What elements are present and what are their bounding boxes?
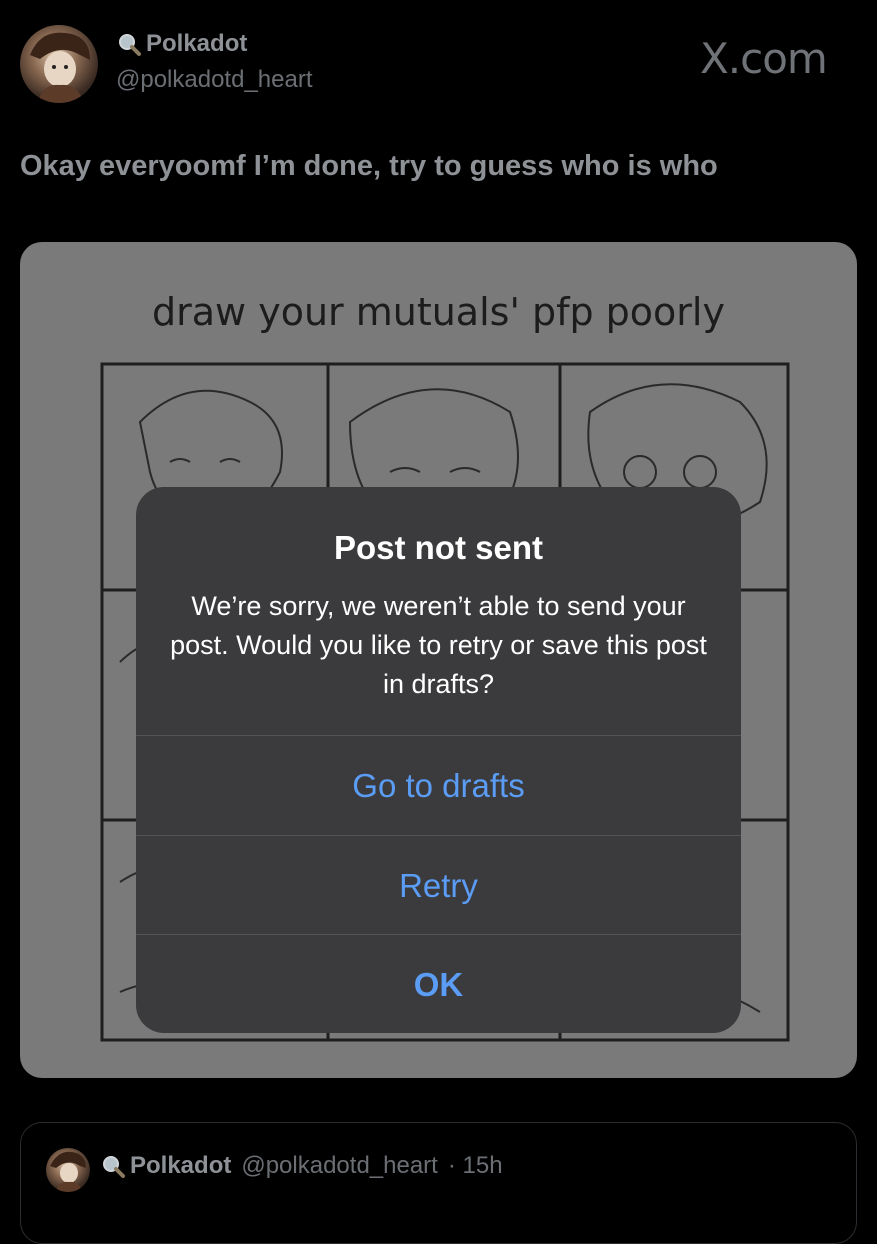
author-avatar[interactable] bbox=[20, 25, 98, 103]
magnifier-icon bbox=[100, 1153, 126, 1179]
reply-avatar[interactable] bbox=[46, 1148, 90, 1192]
reply-timestamp: · 15h bbox=[447, 1152, 503, 1179]
ok-button[interactable]: OK bbox=[136, 935, 741, 1033]
alert-dialog: Post not sent We’re sorry, we weren’t ab… bbox=[136, 487, 741, 1033]
author-handle[interactable]: @polkadotd_heart bbox=[116, 66, 313, 94]
reply-author-name[interactable]: Polkadot bbox=[130, 1152, 231, 1180]
image-caption: draw your mutuals' pfp poorly bbox=[152, 290, 725, 334]
tweet-text: Okay everyoomf I’m done, try to guess wh… bbox=[20, 150, 718, 182]
author-name-label: Polkadot bbox=[146, 30, 248, 57]
watermark: X.com bbox=[700, 34, 828, 83]
dialog-message: We’re sorry, we weren’t able to send you… bbox=[170, 591, 707, 699]
magnifier-icon bbox=[116, 31, 142, 57]
reply-header: Polkadot @polkadotd_heart · 15h bbox=[100, 1152, 503, 1180]
retry-button[interactable]: Retry bbox=[136, 836, 741, 935]
author-name[interactable]: Polkadot bbox=[116, 30, 247, 58]
reply-card[interactable] bbox=[20, 1122, 857, 1244]
dialog-title: Post not sent bbox=[333, 529, 543, 566]
reply-author-handle[interactable]: @polkadotd_heart bbox=[241, 1152, 438, 1180]
go-to-drafts-button[interactable]: Go to drafts bbox=[136, 736, 741, 835]
